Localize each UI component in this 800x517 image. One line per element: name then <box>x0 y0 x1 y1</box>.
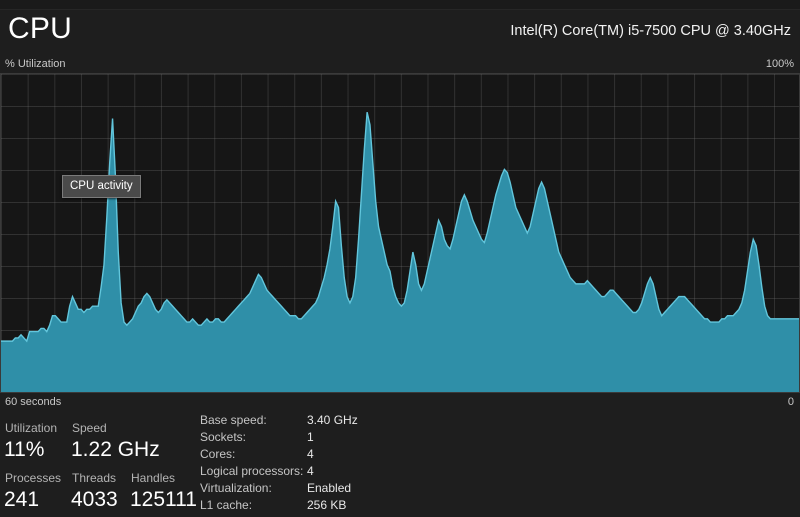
detail-key: Logical processors: <box>200 464 304 478</box>
handles-value: 125111 <box>130 488 197 511</box>
detail-key: Cores: <box>200 447 236 461</box>
detail-key: Virtualization: <box>200 481 272 495</box>
cpu-model-label: Intel(R) Core(TM) i5-7500 CPU @ 3.40GHz <box>510 23 791 39</box>
task-manager-cpu-panel: CPU Intel(R) Core(TM) i5-7500 CPU @ 3.40… <box>0 0 800 517</box>
detail-value: Enabled <box>307 481 352 495</box>
x-axis-end-label: 0 <box>787 396 794 408</box>
cpu-details-table: Base speed: 3.40 GHz Sockets: 1 Cores: 4 Logic… <box>200 412 500 514</box>
cpu-activity-area-chart <box>1 112 799 392</box>
utilization-label: Utilization <box>5 421 58 435</box>
detail-row: Virtualization: Enabled <box>200 480 500 497</box>
handles-label: Handles <box>131 471 176 485</box>
threads-label: Threads <box>72 471 117 485</box>
y-axis-label: % Utilization <box>5 58 66 70</box>
detail-row: Base speed: 3.40 GHz <box>200 412 500 429</box>
processes-label: Processes <box>5 471 62 485</box>
cpu-header: CPU Intel(R) Core(TM) i5-7500 CPU @ 3.40… <box>0 9 800 57</box>
detail-key: Base speed: <box>200 413 267 427</box>
x-axis-start-label: 60 seconds <box>5 396 62 408</box>
threads-value: 4033 <box>71 488 118 511</box>
utilization-value: 11% <box>4 438 45 461</box>
page-title: CPU <box>8 12 72 45</box>
detail-row: Logical processors: 4 <box>200 463 500 480</box>
detail-row: Sockets: 1 <box>200 429 500 446</box>
detail-key: L1 cache: <box>200 498 253 512</box>
processes-value: 241 <box>4 488 40 511</box>
detail-value: 1 <box>307 430 314 444</box>
cpu-area-fill <box>1 112 799 392</box>
cpu-activity-tooltip: CPU activity <box>62 175 141 198</box>
speed-value: 1.22 GHz <box>71 438 160 461</box>
detail-value: 4 <box>307 464 314 478</box>
detail-value: 256 KB <box>307 498 347 512</box>
cpu-utilization-graph[interactable] <box>0 73 800 393</box>
detail-value: 4 <box>307 447 314 461</box>
detail-row: L1 cache: 256 KB <box>200 497 500 514</box>
speed-label: Speed <box>72 421 107 435</box>
y-axis-max-label: 100% <box>765 58 794 70</box>
detail-key: Sockets: <box>200 430 247 444</box>
detail-row: Cores: 4 <box>200 446 500 463</box>
detail-value: 3.40 GHz <box>307 413 358 427</box>
